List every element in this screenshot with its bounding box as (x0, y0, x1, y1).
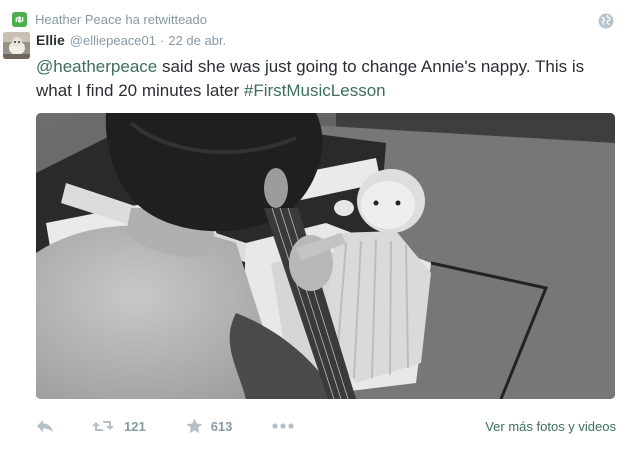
reply-icon (37, 420, 53, 432)
star-icon (186, 418, 203, 434)
retweet-count: 121 (124, 418, 146, 434)
retweet-button[interactable]: 121 (92, 419, 146, 434)
favorite-button[interactable]: 613 (186, 418, 233, 434)
tweet-header: Ellie @elliepeace01 · 22 de abr. (36, 32, 226, 50)
author-username[interactable]: @elliepeace01 (70, 33, 156, 48)
tweet-photo[interactable] (36, 113, 615, 399)
more-icon (272, 423, 295, 429)
more-options-button[interactable] (272, 423, 295, 429)
tweet-actions: 121 613 Ver más fotos y videos (36, 413, 616, 439)
retweet-action-icon (92, 421, 114, 431)
retweet-icon (12, 11, 27, 27)
header-separator: · (160, 33, 165, 48)
hashtag-link[interactable]: #FirstMusicLesson (244, 81, 386, 100)
author-fullname[interactable]: Ellie (36, 32, 65, 48)
favorite-count: 613 (210, 418, 233, 434)
mention-link[interactable]: @heatherpeace (36, 57, 157, 76)
more-photos-link[interactable]: Ver más fotos y videos (485, 419, 616, 434)
tweet-text: @heatherpeace said she was just going to… (36, 55, 621, 103)
globe-icon[interactable] (598, 13, 614, 29)
retweeted-by-text: Heather Peace ha retwitteado (35, 11, 207, 27)
avatar[interactable] (3, 32, 30, 59)
retweet-context: Heather Peace ha retwitteado (12, 10, 207, 28)
tweet-timestamp[interactable]: 22 de abr. (168, 33, 226, 48)
reply-button[interactable] (36, 419, 56, 433)
